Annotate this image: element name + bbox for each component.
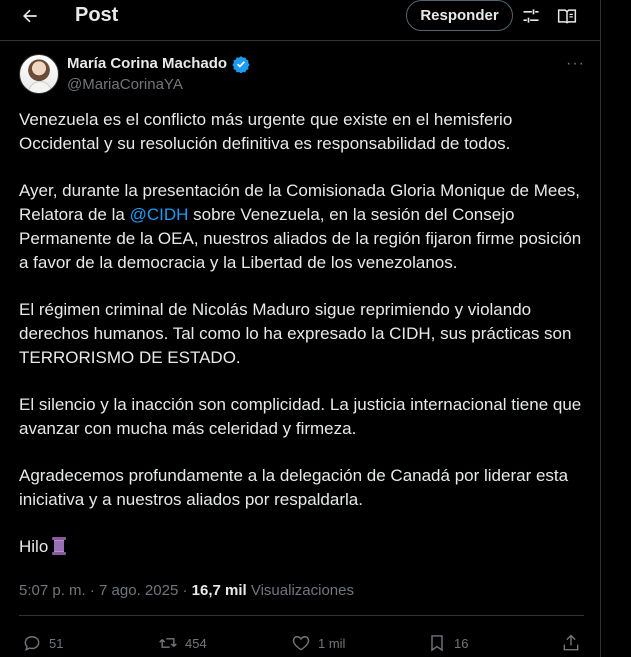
post-paragraph: Ayer, durante la presentación de la Comi…	[19, 179, 594, 275]
repost-count: 454	[185, 635, 207, 651]
header-divider	[0, 40, 601, 41]
avatar[interactable]	[19, 54, 59, 94]
post-date[interactable]: 7 ago. 2025	[99, 582, 178, 599]
post-paragraph: Agradecemos profundamente a la delegació…	[19, 466, 569, 509]
post-paragraph: Hilo	[19, 535, 594, 559]
verified-badge-icon	[232, 55, 250, 74]
like-count: 1 mil	[318, 635, 346, 651]
more-options-icon[interactable]: ···	[566, 55, 586, 73]
post-text: Venezuela es el conflicto más urgente qu…	[19, 108, 594, 582]
author-name[interactable]: María Corina Machado	[67, 55, 227, 72]
reader-mode-icon[interactable]	[556, 5, 578, 27]
heart-icon	[292, 636, 310, 651]
views-count: 16,7 mil	[191, 582, 247, 599]
post-paragraph: El régimen criminal de Nicolás Maduro si…	[19, 300, 572, 367]
author-handle[interactable]: @MariaCorinaYA	[67, 76, 183, 93]
meta-separator: ·	[85, 582, 100, 599]
thread-label: Hilo	[19, 537, 49, 556]
bookmark-count: 16	[454, 635, 469, 651]
page-title: Post	[75, 4, 119, 26]
repost-action[interactable]: 454	[158, 633, 207, 653]
reply-icon	[24, 636, 40, 651]
post-metadata: 5:07 p. m. · 7 ago. 2025 · 16,7 mil Visu…	[19, 582, 354, 599]
back-button[interactable]	[17, 3, 43, 29]
reply-count: 51	[49, 635, 64, 651]
post-detail-column: Post Responder María Corina Machado @Mar…	[0, 0, 601, 657]
post-time[interactable]: 5:07 p. m.	[19, 582, 86, 599]
views-label: Visualizaciones	[250, 582, 354, 599]
reply-action[interactable]: 51	[22, 633, 63, 653]
mention-link[interactable]: @CIDH	[130, 205, 189, 224]
arrow-left-icon	[23, 9, 37, 23]
post-paragraph: Venezuela es el conflicto más urgente qu…	[19, 110, 513, 153]
actions-divider	[19, 615, 584, 616]
like-action[interactable]: 1 mil	[291, 633, 345, 653]
bookmark-icon	[431, 635, 443, 652]
filter-settings-icon[interactable]	[520, 5, 542, 27]
bookmark-action[interactable]: 16	[427, 633, 468, 653]
share-action[interactable]	[561, 633, 581, 653]
page-gutter	[602, 0, 631, 657]
repost-icon	[159, 638, 177, 648]
reply-button[interactable]: Responder	[406, 0, 513, 31]
post-paragraph: El silencio y la inacción son complicida…	[19, 395, 582, 438]
share-icon	[563, 634, 579, 651]
meta-separator: ·	[178, 582, 192, 599]
header: Post Responder	[0, 0, 601, 32]
thread-spool-emoji-icon	[51, 536, 67, 556]
